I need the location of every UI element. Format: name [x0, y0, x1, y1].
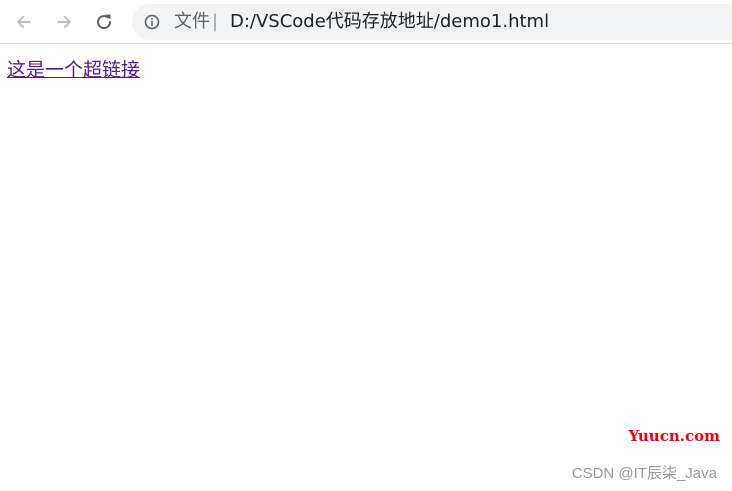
omnibox-separator: |: [212, 11, 219, 32]
reload-icon: [97, 14, 112, 30]
page-content: 这是一个超链接 Yuucn.com CSDN @IT辰柒_Java: [0, 44, 732, 491]
hyperlink[interactable]: 这是一个超链接: [7, 58, 140, 82]
csdn-watermark: CSDN @IT辰柒_Java: [571, 465, 717, 482]
scheme-label: 文件: [174, 11, 210, 32]
reload-button[interactable]: [90, 8, 118, 36]
url-text[interactable]: D:/VSCode代码存放地址/demo1.html: [230, 11, 549, 33]
forward-button[interactable]: [50, 8, 78, 36]
arrow-left-icon: [17, 16, 31, 28]
site-watermark: Yuucn.com: [628, 427, 721, 445]
back-button[interactable]: [10, 8, 38, 36]
info-icon[interactable]: [144, 14, 160, 30]
arrow-right-icon: [57, 16, 71, 28]
address-bar[interactable]: 文件 | D:/VSCode代码存放地址/demo1.html: [132, 4, 732, 40]
browser-toolbar: 文件 | D:/VSCode代码存放地址/demo1.html: [0, 0, 732, 44]
